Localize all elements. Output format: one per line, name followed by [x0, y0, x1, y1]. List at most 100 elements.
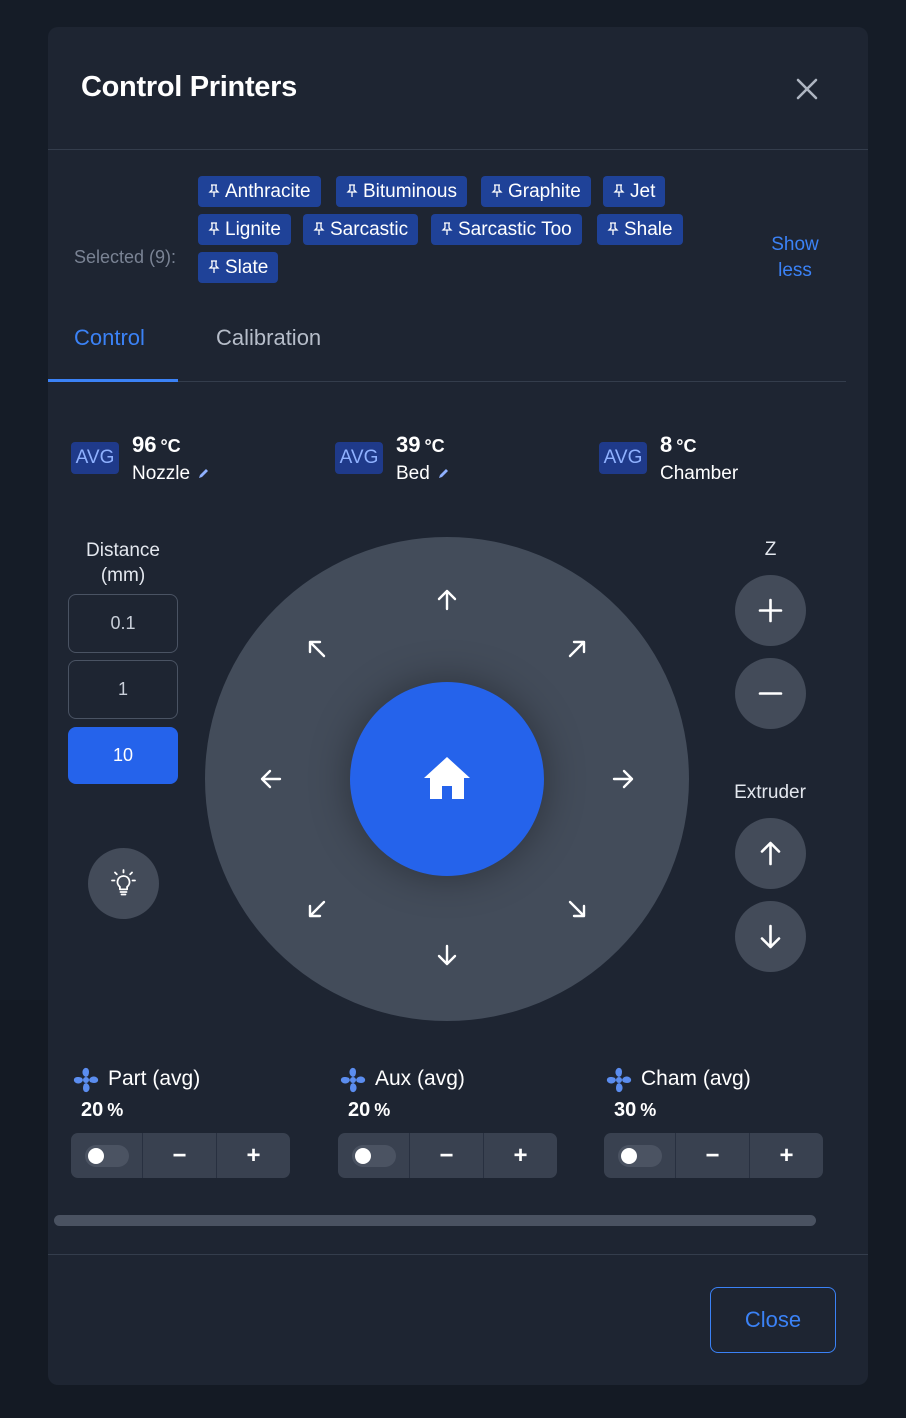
arrow-up-icon	[760, 841, 781, 866]
arrow-left-icon[interactable]	[256, 764, 286, 794]
printer-chip-shale[interactable]: Shale	[597, 214, 683, 245]
pencil-icon[interactable]	[438, 467, 450, 479]
printer-chip-slate[interactable]: Slate	[198, 252, 279, 283]
printer-chip-label: Shale	[624, 219, 673, 240]
tab-calibration[interactable]: Calibration	[216, 325, 321, 351]
home-button[interactable]	[350, 682, 544, 876]
arrow-up-icon[interactable]	[432, 585, 462, 615]
arrow-up-left-icon[interactable]	[302, 634, 332, 664]
distance-option-1[interactable]: 1	[68, 660, 178, 719]
z-down-button[interactable]	[735, 658, 806, 729]
fan-chamber-decrease-button[interactable]: −	[676, 1133, 749, 1178]
fan-part-number: 20	[81, 1099, 104, 1121]
nozzle-avg-badge: AVG	[71, 442, 119, 474]
pin-icon	[313, 222, 325, 235]
fan-aux-value: 20%	[348, 1099, 390, 1122]
home-icon	[424, 757, 470, 799]
pin-icon	[441, 222, 453, 235]
fan-chamber-increase-button[interactable]: +	[750, 1133, 823, 1178]
arrow-down-icon[interactable]	[432, 940, 462, 970]
pin-icon	[491, 184, 503, 197]
printer-chip-sarcastic-too[interactable]: Sarcastic Too	[431, 214, 582, 245]
printer-chip-sarcastic[interactable]: Sarcastic	[303, 214, 419, 245]
plus-icon	[758, 598, 783, 623]
extrude-up-button[interactable]	[735, 818, 806, 889]
arrow-down-right-icon[interactable]	[562, 894, 592, 924]
nozzle-temp-name[interactable]: Nozzle	[132, 463, 210, 485]
fan-icon	[73, 1067, 99, 1093]
printer-chip-label: Slate	[225, 257, 269, 278]
bed-label: Bed	[396, 463, 430, 484]
light-toggle-button[interactable]	[88, 848, 159, 919]
fan-chamber-unit: %	[640, 1100, 657, 1120]
fan-part-decrease-button[interactable]: −	[143, 1133, 216, 1178]
chamber-avg-badge: AVG	[599, 442, 647, 474]
lightbulb-icon	[111, 869, 136, 896]
selected-count-label: Selected (9):	[74, 247, 177, 267]
bed-temp-value: 39 °C	[396, 432, 445, 458]
fan-chamber-controls: − +	[604, 1133, 823, 1178]
pin-icon	[208, 222, 220, 235]
toggle-knob	[621, 1148, 637, 1164]
fan-aux-toggle[interactable]	[352, 1145, 396, 1167]
fan-aux-decrease-button[interactable]: −	[410, 1133, 483, 1178]
printer-chip-label: Sarcastic	[330, 219, 409, 240]
pencil-icon[interactable]	[198, 467, 210, 479]
printer-chip-bituminous[interactable]: Bituminous	[336, 176, 467, 207]
z-up-button[interactable]	[735, 575, 806, 646]
bed-avg-badge: AVG	[335, 442, 383, 474]
fan-aux-controls: − +	[338, 1133, 557, 1178]
arrow-down-left-icon[interactable]	[302, 894, 332, 924]
pin-icon	[208, 184, 220, 197]
arrow-right-icon[interactable]	[608, 764, 638, 794]
toggle-knob	[355, 1148, 371, 1164]
tab-control[interactable]: Control	[74, 325, 145, 351]
dialog-title: Control Printers	[81, 71, 297, 103]
arrow-down-icon	[760, 924, 781, 949]
distance-label-line1: Distance	[86, 540, 160, 561]
fan-part-value: 20%	[81, 1099, 123, 1122]
chamber-temp-value: 8 °C	[660, 432, 696, 458]
nozzle-label: Nozzle	[132, 463, 191, 484]
close-button[interactable]: Close	[710, 1287, 836, 1353]
fan-icon	[340, 1067, 366, 1093]
chamber-temp-name: Chamber	[660, 463, 739, 484]
fan-part-name: Part (avg)	[108, 1067, 201, 1090]
show-less-link[interactable]: Show less	[753, 232, 837, 284]
extrude-down-button[interactable]	[735, 901, 806, 972]
printer-chip-label: Jet	[630, 181, 656, 202]
printer-chip-jet[interactable]: Jet	[603, 176, 666, 207]
printer-chip-label: Lignite	[225, 219, 281, 240]
bed-temp-number: 39	[396, 432, 421, 457]
bed-temp-name[interactable]: Bed	[396, 463, 450, 485]
bed-temp-unit: °C	[424, 436, 445, 456]
pin-icon	[607, 222, 619, 235]
printer-chip-anthracite[interactable]: Anthracite	[198, 176, 321, 207]
fan-part-toggle[interactable]	[85, 1145, 129, 1167]
pin-icon	[613, 184, 625, 197]
fan-part-increase-button[interactable]: +	[217, 1133, 290, 1178]
printer-chip-graphite[interactable]: Graphite	[481, 176, 591, 207]
fan-chamber-toggle[interactable]	[618, 1145, 662, 1167]
nozzle-temp-value: 96 °C	[132, 432, 181, 458]
fan-part-unit: %	[107, 1100, 124, 1120]
printer-chip-label: Sarcastic Too	[458, 219, 572, 240]
show-less-line1: Show	[771, 234, 819, 255]
extruder-label: Extruder	[734, 782, 806, 803]
pin-icon	[346, 184, 358, 197]
horizontal-scrollbar[interactable]	[54, 1215, 816, 1226]
control-printers-dialog: Control Printers Selected (9): Anthracit…	[48, 27, 868, 1385]
arrow-up-right-icon[interactable]	[562, 634, 592, 664]
distance-label: Distance (mm)	[68, 538, 178, 588]
printer-chip-lignite[interactable]: Lignite	[198, 214, 291, 245]
fan-aux-increase-button[interactable]: +	[484, 1133, 557, 1178]
active-tab-indicator	[48, 379, 178, 382]
printer-chip-label: Anthracite	[225, 181, 311, 202]
fan-aux-unit: %	[374, 1100, 391, 1120]
distance-option-0-1[interactable]: 0.1	[68, 594, 178, 653]
toggle-knob	[88, 1148, 104, 1164]
distance-option-10[interactable]: 10	[68, 727, 178, 784]
chamber-temp-number: 8	[660, 432, 673, 457]
show-less-line2: less	[778, 260, 812, 281]
close-icon[interactable]	[792, 74, 822, 104]
